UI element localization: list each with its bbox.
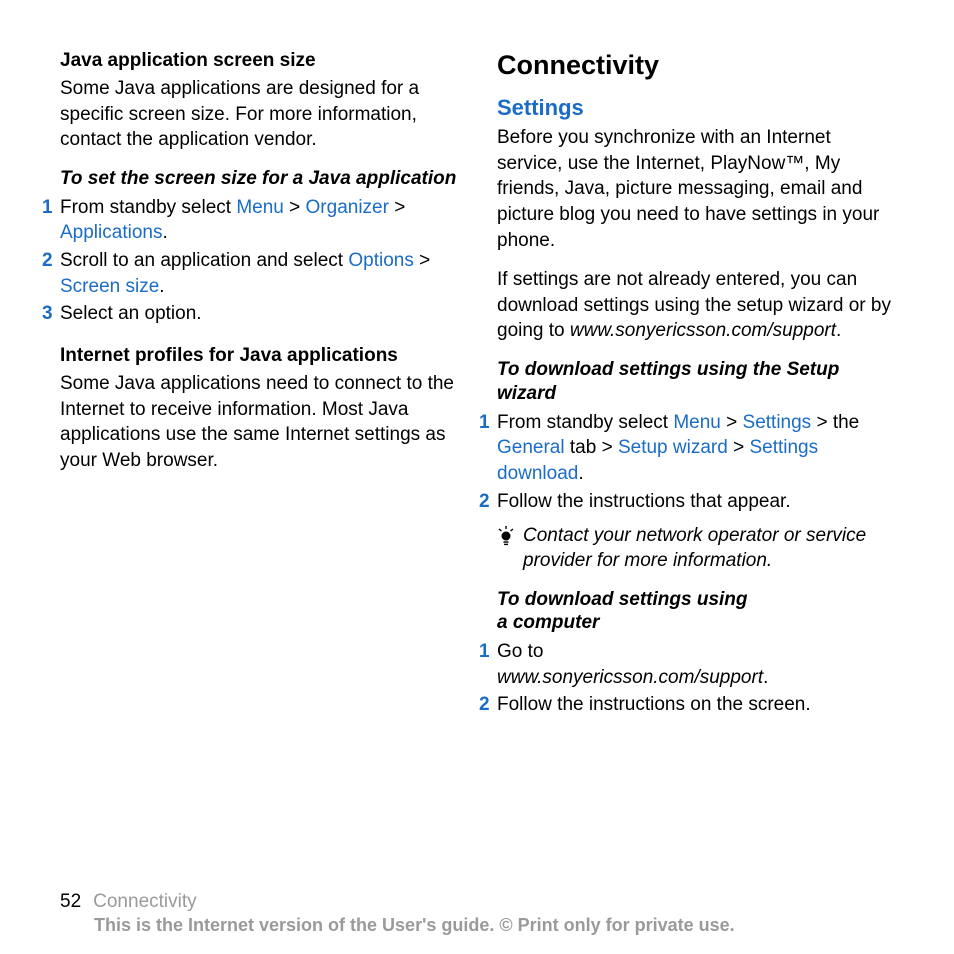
ui-path-setup-wizard: Setup wizard [618, 437, 728, 458]
step-text: From standby select [497, 412, 673, 433]
subsection-heading-download-computer: To download settings using a computer [497, 588, 894, 636]
step-sep: > [284, 197, 306, 218]
step-text: Scroll to an application and select [60, 250, 348, 271]
left-column: Java application screen size Some Java a… [60, 50, 457, 883]
step-item: From standby select Menu > Settings > th… [479, 410, 894, 487]
url-text: www.sonyericsson.com/support [497, 667, 763, 688]
step-text: Go to [497, 641, 543, 662]
page-footer: 52 Connectivity This is the Internet vers… [60, 891, 894, 936]
footer-line-1: 52 Connectivity [60, 891, 894, 913]
paragraph: Some Java applications need to connect t… [60, 371, 457, 474]
lightbulb-icon [497, 526, 515, 551]
chapter-heading-connectivity: Connectivity [497, 50, 894, 81]
step-text: From standby select [60, 197, 236, 218]
steps-list: From standby select Menu > Organizer > A… [42, 195, 457, 327]
step-period: . [578, 463, 583, 484]
step-sep: > [728, 437, 750, 458]
section-heading-internet-profiles: Internet profiles for Java applications [60, 345, 457, 367]
columns: Java application screen size Some Java a… [60, 50, 894, 883]
step-item: Scroll to an application and select Opti… [42, 248, 457, 299]
step-text: Select an option. [60, 303, 202, 324]
step-text: > the [811, 412, 859, 433]
steps-list: From standby select Menu > Settings > th… [479, 410, 894, 515]
step-item: From standby select Menu > Organizer > A… [42, 195, 457, 246]
footer-section-name: Connectivity [93, 891, 197, 912]
section-heading-settings: Settings [497, 95, 894, 121]
page-number: 52 [60, 891, 81, 912]
right-column: Connectivity Settings Before you synchro… [497, 50, 894, 883]
step-sep: > [389, 197, 405, 218]
ui-path-settings: Settings [743, 412, 812, 433]
footer-notice: This is the Internet version of the User… [94, 915, 894, 936]
step-period: . [162, 222, 167, 243]
step-period: . [763, 667, 768, 688]
step-item: Follow the instructions on the screen. [479, 692, 894, 718]
step-item: Go to www.sonyericsson.com/support. [479, 639, 894, 690]
paragraph: Some Java applications are designed for … [60, 76, 457, 153]
subsection-heading-set-screen-size: To set the screen size for a Java applic… [60, 167, 457, 191]
url-text: www.sonyericsson.com/support [570, 320, 836, 341]
ui-path-menu: Menu [673, 412, 721, 433]
manual-page: Java application screen size Some Java a… [0, 0, 954, 954]
subhead-line: a computer [497, 612, 599, 633]
ui-path-screen-size: Screen size [60, 276, 159, 297]
step-item: Select an option. [42, 301, 457, 327]
step-period: . [159, 276, 164, 297]
ui-path-menu: Menu [236, 197, 284, 218]
ui-path-options: Options [348, 250, 413, 271]
tip-text: Contact your network operator or service… [523, 524, 894, 573]
paragraph: Before you synchronize with an Internet … [497, 125, 894, 253]
step-text: Follow the instructions on the screen. [497, 694, 811, 715]
step-text: Follow the instructions that appear. [497, 491, 791, 512]
step-period: . [836, 320, 841, 341]
step-sep: > [721, 412, 743, 433]
section-heading-java-screen-size: Java application screen size [60, 50, 457, 72]
ui-path-general: General [497, 437, 565, 458]
subhead-line: To download settings using [497, 589, 748, 610]
step-item: Follow the instructions that appear. [479, 489, 894, 515]
step-text: tab > [565, 437, 618, 458]
ui-path-organizer: Organizer [306, 197, 389, 218]
subsection-heading-download-wizard: To download settings using the Setup wiz… [497, 358, 894, 406]
steps-list: Go to www.sonyericsson.com/support. Foll… [479, 639, 894, 718]
step-sep: > [414, 250, 430, 271]
paragraph: If settings are not already entered, you… [497, 267, 894, 344]
ui-path-applications: Applications [60, 222, 162, 243]
tip-callout: Contact your network operator or service… [497, 524, 894, 573]
